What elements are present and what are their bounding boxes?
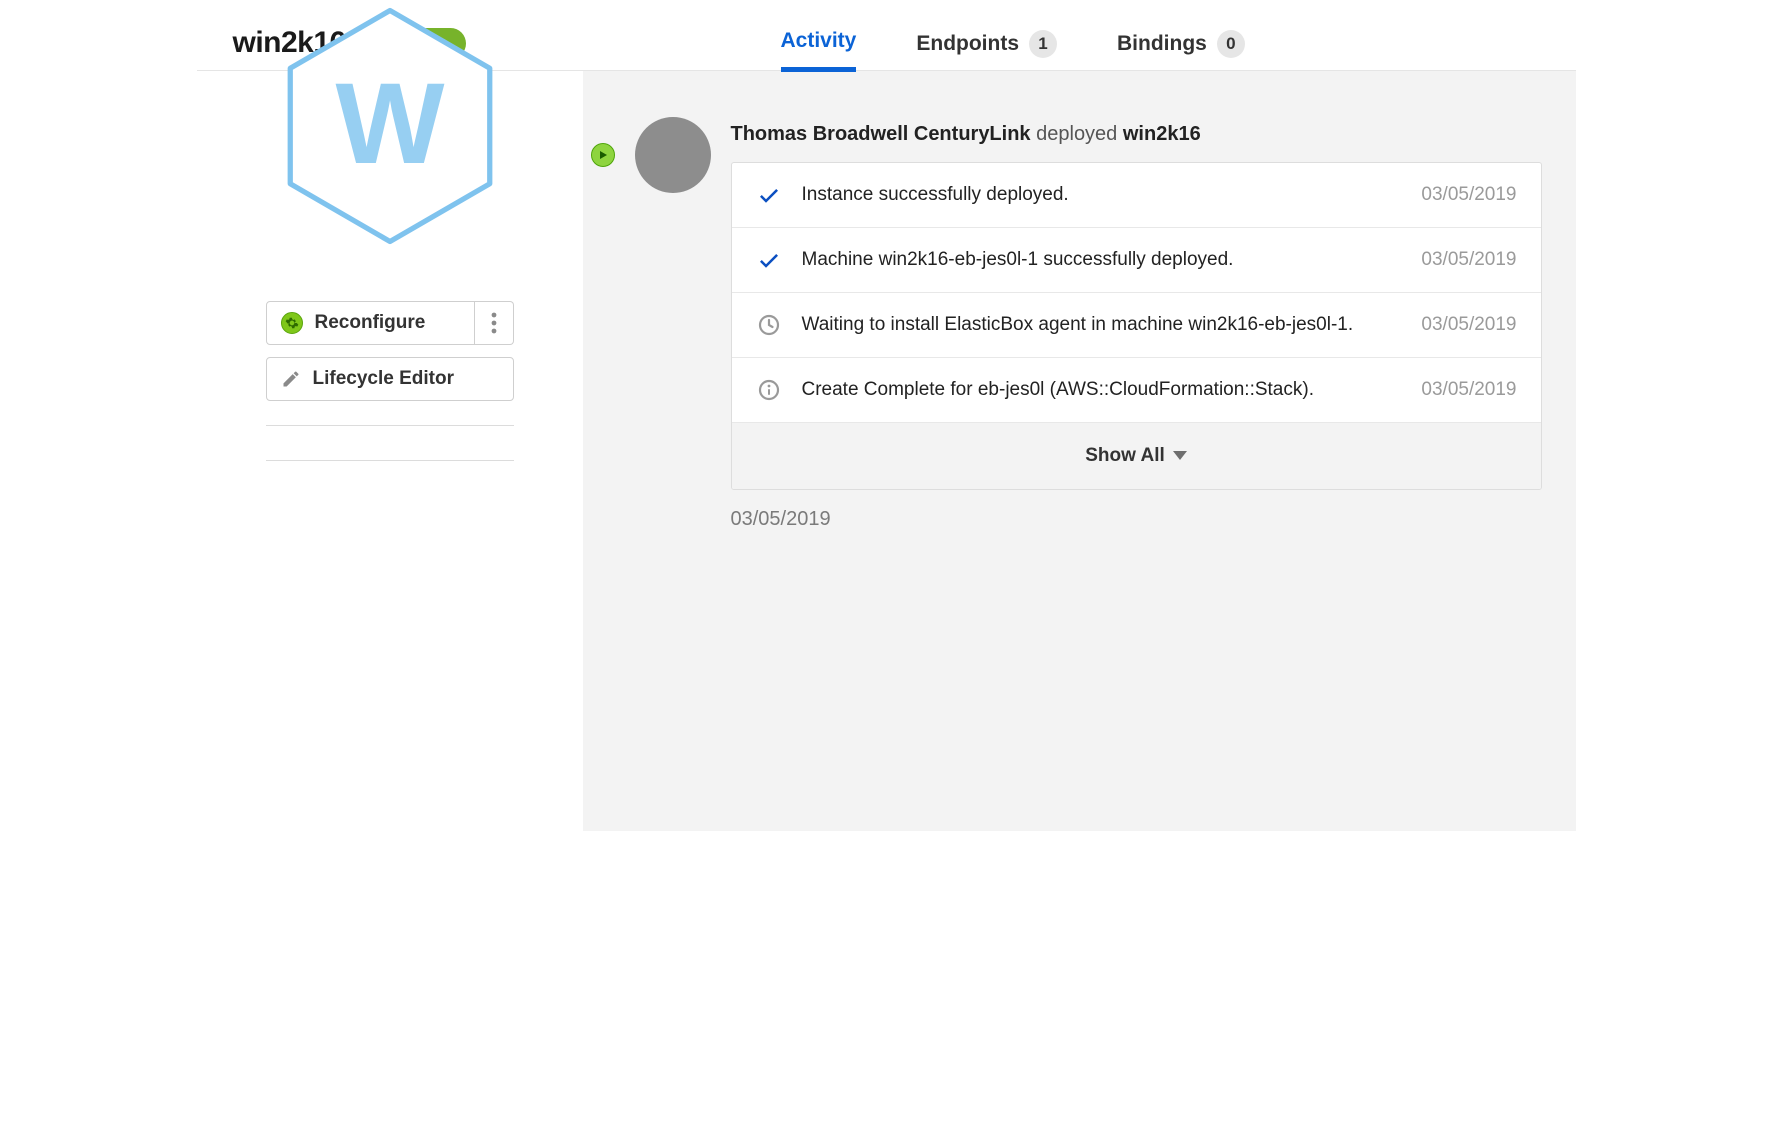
play-icon (591, 143, 615, 167)
pencil-icon (281, 369, 301, 389)
activity-panel: Thomas Broadwell CenturyLink deployed wi… (583, 71, 1576, 831)
endpoints-count-badge: 1 (1029, 30, 1057, 58)
lifecycle-editor-button[interactable]: Lifecycle Editor (266, 357, 514, 401)
check-icon (756, 248, 782, 272)
tab-endpoints-label: Endpoints (916, 32, 1019, 56)
clock-icon (756, 313, 782, 337)
show-all-button[interactable]: Show All (732, 423, 1541, 489)
activity-row: Waiting to install ElasticBox agent in m… (732, 293, 1541, 358)
hexagon-letter: W (335, 59, 444, 188)
info-icon (756, 378, 782, 402)
divider (266, 425, 514, 426)
instance-hexagon: W (285, 5, 495, 247)
tab-endpoints[interactable]: Endpoints 1 (916, 30, 1057, 72)
activity-row: Create Complete for eb-jes0l (AWS::Cloud… (732, 358, 1541, 423)
user-avatar (635, 117, 711, 193)
activity-log-card: Instance successfully deployed. 03/05/20… (731, 162, 1542, 490)
tab-activity[interactable]: Activity (781, 29, 857, 72)
reconfigure-label: Reconfigure (315, 312, 426, 334)
activity-row: Instance successfully deployed. 03/05/20… (732, 163, 1541, 228)
activity-date: 03/05/2019 (1421, 249, 1516, 271)
tab-bindings[interactable]: Bindings 0 (1117, 30, 1245, 72)
activity-message: Waiting to install ElasticBox agent in m… (802, 314, 1402, 336)
reconfigure-more-button[interactable] (475, 301, 514, 345)
reconfigure-button[interactable]: Reconfigure (266, 301, 475, 345)
caret-down-icon (1173, 451, 1187, 461)
tab-bindings-label: Bindings (1117, 32, 1207, 56)
show-all-label: Show All (1085, 445, 1165, 467)
check-icon (756, 183, 782, 207)
vertical-dots-icon (491, 312, 497, 334)
activity-row: Machine win2k16-eb-jes0l-1 successfully … (732, 228, 1541, 293)
activity-footer-date: 03/05/2019 (731, 508, 1542, 531)
activity-date: 03/05/2019 (1421, 184, 1516, 206)
actor-name: Thomas Broadwell CenturyLink (731, 123, 1031, 145)
bindings-count-badge: 0 (1217, 30, 1245, 58)
sidebar: W Reconfigure (197, 71, 583, 831)
activity-message: Create Complete for eb-jes0l (AWS::Cloud… (802, 379, 1402, 401)
hexagon-icon: W (285, 5, 495, 247)
activity-heading: Thomas Broadwell CenturyLink deployed wi… (731, 123, 1542, 146)
activity-date: 03/05/2019 (1421, 379, 1516, 401)
activity-message: Instance successfully deployed. (802, 184, 1402, 206)
tab-activity-label: Activity (781, 29, 857, 53)
lifecycle-editor-label: Lifecycle Editor (313, 368, 455, 390)
target-name: win2k16 (1123, 123, 1201, 145)
activity-date: 03/05/2019 (1421, 314, 1516, 336)
divider (266, 460, 514, 461)
action-word: deployed (1036, 123, 1117, 145)
tabs: Activity Endpoints 1 Bindings 0 (781, 29, 1245, 72)
activity-message: Machine win2k16-eb-jes0l-1 successfully … (802, 249, 1402, 271)
gear-icon (281, 312, 303, 334)
